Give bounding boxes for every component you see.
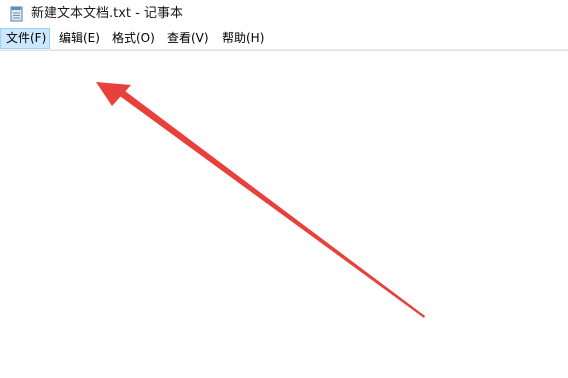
menu-edit[interactable]: 编辑(E)	[54, 28, 105, 49]
notepad-icon	[9, 6, 24, 22]
window-title: 新建文本文档.txt - 记事本	[31, 6, 183, 21]
text-editor-area[interactable]	[0, 50, 568, 378]
menu-bar: 文件(F) 编辑(E) 格式(O) 查看(V) 帮助(H)	[0, 28, 568, 50]
menu-view[interactable]: 查看(V)	[162, 28, 214, 49]
notepad-window: 新建文本文档.txt - 记事本 文件(F) 编辑(E) 格式(O) 查看(V)…	[0, 0, 568, 378]
menu-file[interactable]: 文件(F)	[0, 28, 50, 49]
menu-help[interactable]: 帮助(H)	[217, 28, 269, 49]
menu-format[interactable]: 格式(O)	[107, 28, 160, 49]
title-bar: 新建文本文档.txt - 记事本	[0, 0, 568, 28]
